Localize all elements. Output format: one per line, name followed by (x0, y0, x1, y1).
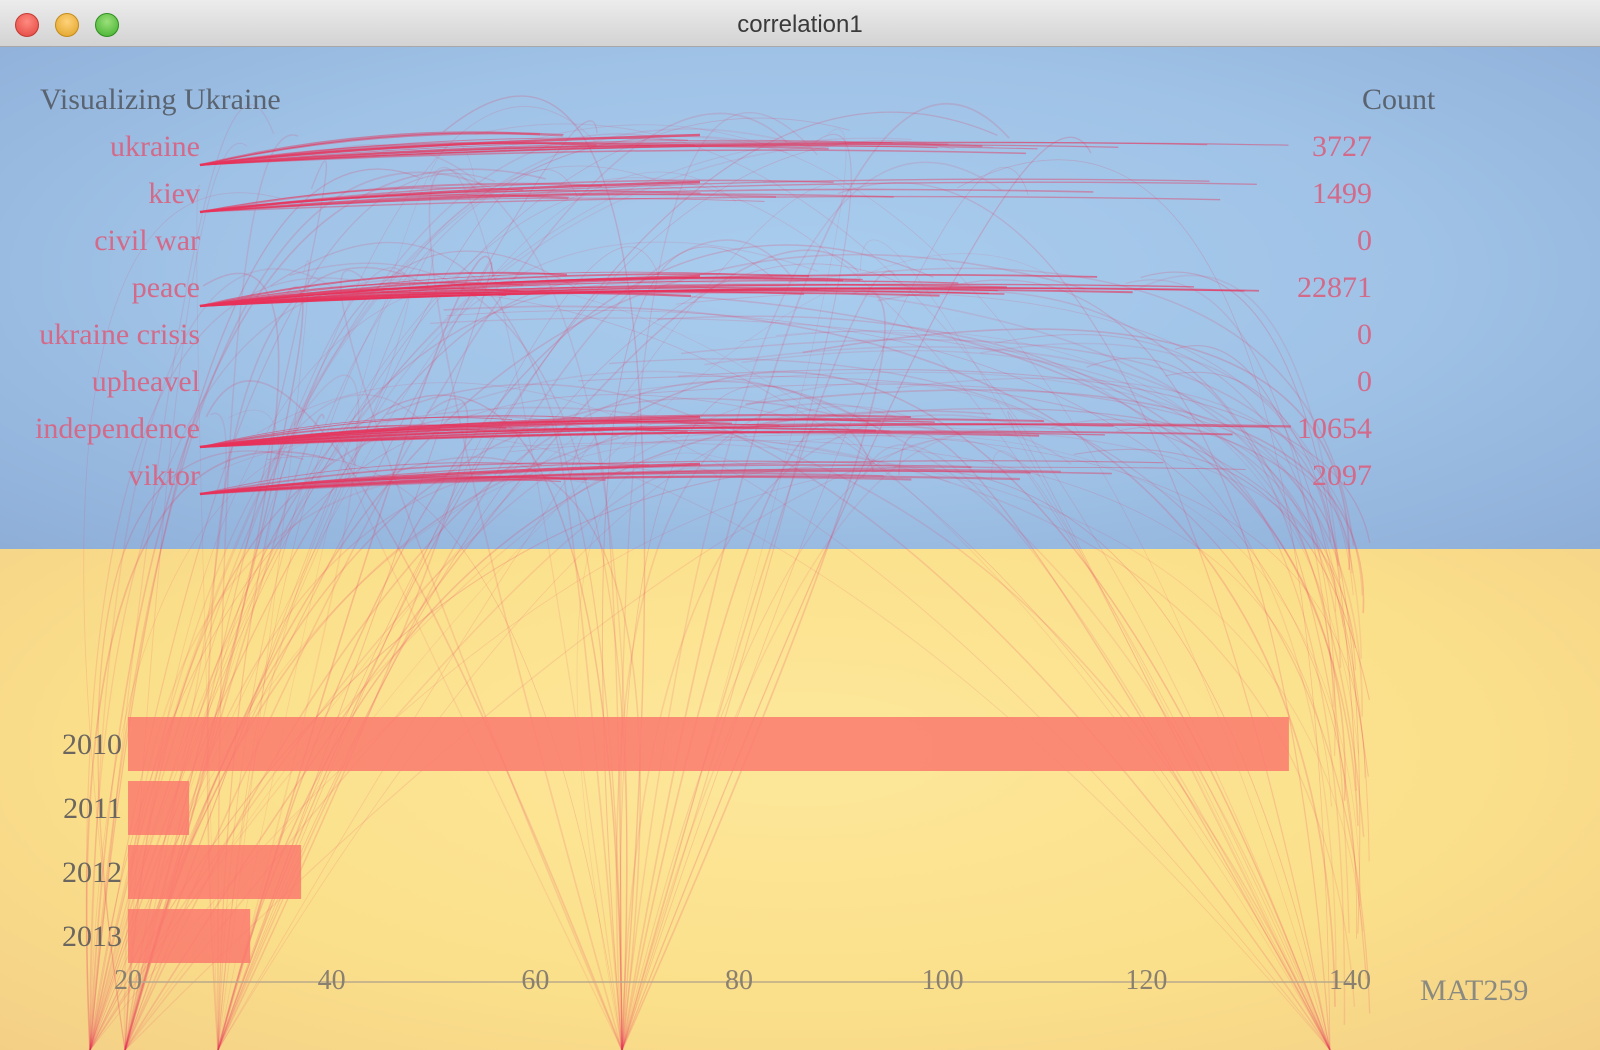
keyword-count-viktor: 2097 (1312, 459, 1372, 492)
sweep-arc (1125, 279, 1350, 934)
sweep-arc (779, 434, 1362, 906)
correlation-arc (217, 255, 494, 1050)
year-label-2013: 2013 (62, 920, 122, 953)
year-label-2010: 2010 (62, 728, 122, 761)
x-tick-60: 60 (521, 965, 549, 996)
sweep-arc (704, 345, 1364, 717)
sweep-arc (429, 317, 1357, 671)
bar-2013[interactable] (128, 909, 251, 963)
correlation-arc (837, 182, 1331, 1050)
keyword-label-viktor[interactable]: viktor (128, 461, 200, 491)
correlation-arc (217, 244, 934, 1050)
correlation-arc (621, 166, 1029, 1050)
keyword-label-kiev[interactable]: kiev (148, 179, 200, 209)
keyword-count-civil-war: 0 (1357, 224, 1372, 257)
bar-2011[interactable] (128, 781, 190, 835)
keyword-count-ukraine-crisis: 0 (1357, 318, 1372, 351)
keyword-label-ukraine[interactable]: ukraine (110, 132, 200, 162)
year-label-2012: 2012 (62, 856, 122, 889)
x-tick-20: 20 (114, 965, 142, 996)
keyword-count-upheavel: 0 (1357, 365, 1372, 398)
keyword-count-peace: 22871 (1297, 271, 1372, 304)
correlation-arc (217, 140, 955, 1050)
visualization-canvas[interactable]: 20 40 60 80 100 120 140 2010 2011 2012 2013 Visua… (0, 47, 1600, 1050)
bar-2010[interactable] (128, 717, 1289, 771)
correlation-arc (621, 133, 852, 1050)
keyword-count-ukraine: 3727 (1312, 130, 1372, 163)
correlation-arc (331, 275, 1331, 1050)
x-tick-80: 80 (725, 965, 753, 996)
keyword-label-independence[interactable]: independence (35, 414, 200, 444)
correlation-arc (124, 253, 1055, 1050)
correlation-arcs (83, 95, 1371, 1050)
correlation-arc (217, 183, 852, 1050)
window-title: correlation1 (737, 11, 863, 38)
x-tick-140: 140 (1329, 965, 1371, 996)
keyword-label-peace[interactable]: peace (132, 273, 200, 303)
title-bar[interactable]: correlation1 (0, 0, 1600, 47)
keyword-label-upheavel[interactable]: upheavel (92, 367, 200, 397)
x-tick-120: 120 (1125, 965, 1167, 996)
app-window: correlation1 20 40 60 80 100 120 140 2010 2011 2… (0, 0, 1600, 1050)
year-bars (128, 717, 1289, 963)
correlation-arc (217, 263, 922, 1050)
count-header: Count (1362, 83, 1436, 116)
keyword-count-independence: 10654 (1297, 412, 1372, 445)
bar-2012[interactable] (128, 845, 302, 899)
sweep-arc (1086, 357, 1367, 980)
year-label-2011: 2011 (63, 792, 122, 825)
correlation-arc (217, 239, 793, 1050)
x-axis-ticks: 20 40 60 80 100 120 140 (114, 965, 1371, 996)
chart-title: Visualizing Ukraine (40, 83, 281, 116)
x-tick-100: 100 (922, 965, 964, 996)
keyword-label-civil-war[interactable]: civil war (94, 226, 200, 256)
course-label: MAT259 (1420, 974, 1529, 1007)
keyword-count-kiev: 1499 (1312, 177, 1372, 210)
keyword-label-ukraine-crisis[interactable]: ukraine crisis (39, 320, 200, 350)
x-tick-40: 40 (318, 965, 346, 996)
